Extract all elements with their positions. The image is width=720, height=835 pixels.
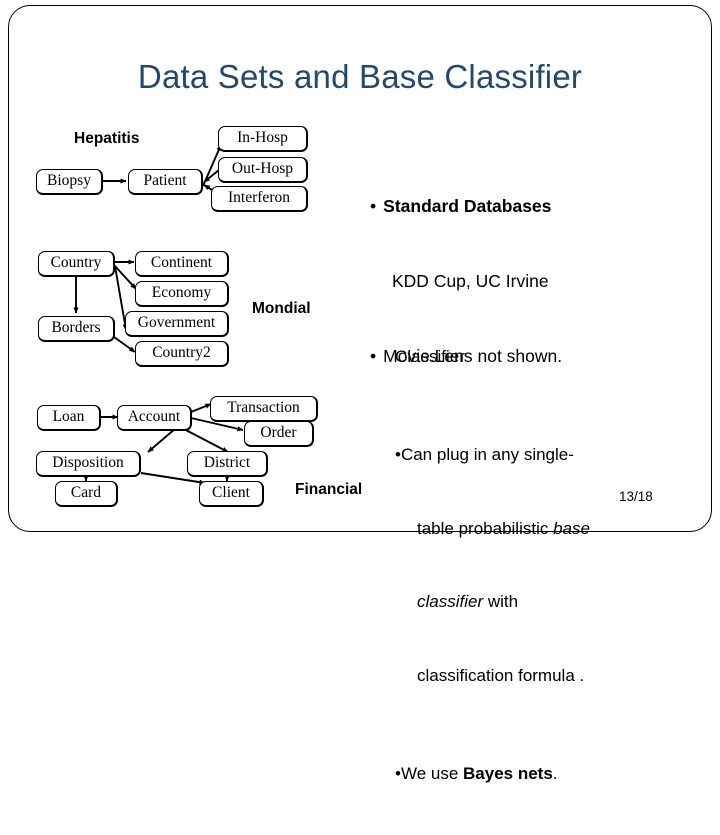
node-account[interactable]: Account (117, 405, 192, 431)
node-client[interactable]: Client (199, 481, 264, 507)
node-patient[interactable]: Patient (128, 169, 203, 195)
node-borders[interactable]: Borders (38, 316, 115, 342)
bullet-icon: • (370, 196, 377, 216)
classifier-bullet-1: •Can plug in any single- (395, 443, 590, 468)
node-interferon[interactable]: Interferon (211, 186, 308, 212)
node-district[interactable]: District (187, 451, 268, 477)
node-disposition[interactable]: Disposition (36, 451, 141, 477)
node-continent[interactable]: Continent (135, 251, 229, 277)
node-card[interactable]: Card (55, 481, 118, 507)
classifier-bayes-nets-label: Bayes nets (463, 763, 553, 783)
classifier-item-1-line-2: table probabilistic base (417, 518, 590, 538)
classifier-block: Classifier •Can plug in any single- tabl… (395, 296, 590, 835)
classifier-item-1-line-3: classifier with (417, 592, 519, 611)
node-economy[interactable]: Economy (135, 281, 229, 307)
node-out-hosp[interactable]: Out-Hosp (218, 157, 308, 183)
classifier-item-1-line-1: Can plug in any single- (400, 445, 574, 464)
databases-bullet-1: • Standard Databases (370, 194, 562, 219)
page-title: Data Sets and Base Classifier (137, 58, 583, 95)
classifier-item-1-line-4: classification formula . (417, 665, 585, 685)
bullet-icon: • (370, 346, 377, 366)
slide: Data Sets and Base Classifier Hepatitis … (0, 0, 720, 783)
diagram-caption-financial: Financial (295, 481, 363, 498)
diagram-caption-hepatitis: Hepatitis (74, 130, 140, 147)
databases-item-1-subline: KDD Cup, UC Irvine (392, 271, 549, 291)
node-country2[interactable]: Country2 (135, 341, 229, 367)
classifier-heading: Classifier (395, 347, 465, 366)
node-government[interactable]: Government (125, 311, 229, 337)
node-loan[interactable]: Loan (37, 405, 101, 431)
node-biopsy[interactable]: Biopsy (36, 169, 103, 195)
node-order[interactable]: Order (244, 421, 314, 447)
diagram-caption-mondial: Mondial (252, 300, 311, 317)
node-in-hosp[interactable]: In-Hosp (218, 126, 308, 152)
classifier-emphasis-classifier: classifier (417, 592, 484, 611)
page-number: 13/18 (619, 489, 653, 504)
classifier-bullet-2: •We use Bayes nets. (395, 763, 558, 783)
node-transaction[interactable]: Transaction (210, 396, 318, 422)
node-country[interactable]: Country (38, 251, 115, 277)
databases-item-1-label: Standard Databases (383, 196, 552, 216)
classifier-emphasis-base: base (553, 518, 590, 538)
